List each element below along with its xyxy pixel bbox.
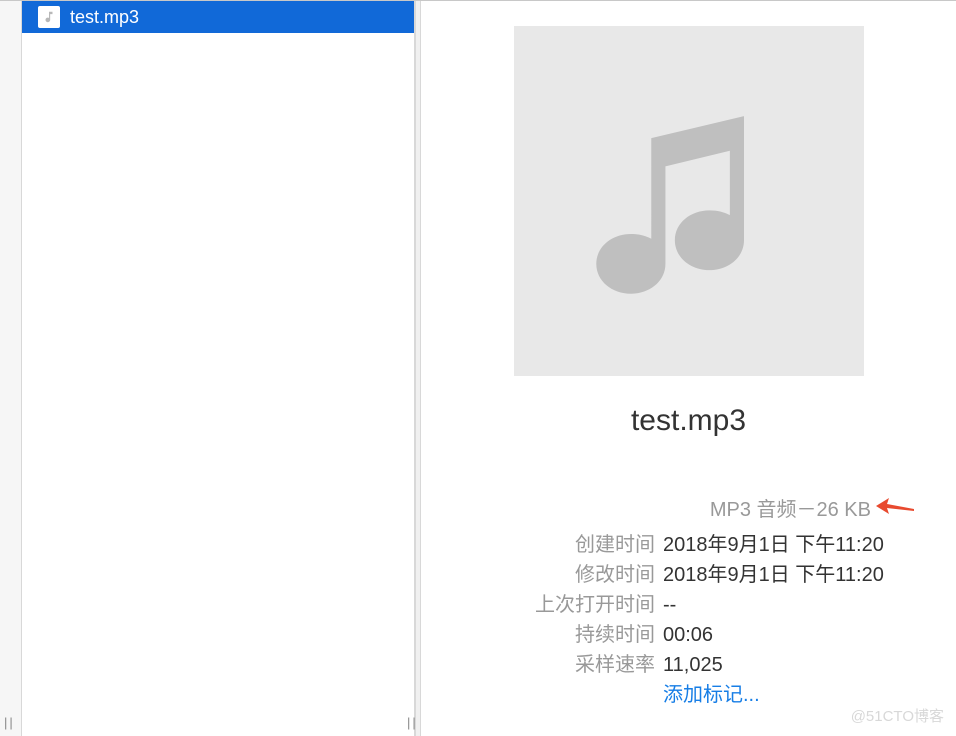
left-gutter bbox=[0, 1, 22, 736]
meta-value: 2018年9月1日 下午11:20 bbox=[663, 560, 884, 590]
file-item[interactable]: test.mp3 bbox=[22, 1, 414, 33]
meta-value: -- bbox=[663, 590, 676, 620]
resize-handle-icon[interactable]: || bbox=[4, 715, 15, 730]
meta-label: 采样速率 bbox=[441, 650, 663, 680]
file-list-panel: test.mp3 bbox=[0, 1, 415, 736]
file-type-size: MP3 音频－26 KB bbox=[441, 493, 926, 522]
meta-label: 持续时间 bbox=[441, 620, 663, 650]
meta-label: 上次打开时间 bbox=[441, 590, 663, 620]
meta-row-samplerate: 采样速率 11,025 bbox=[441, 650, 926, 680]
music-file-icon bbox=[38, 6, 60, 28]
watermark-text: @51CTO博客 bbox=[851, 705, 944, 726]
meta-label: 创建时间 bbox=[441, 530, 663, 560]
meta-row-opened: 上次打开时间 -- bbox=[441, 590, 926, 620]
metadata-section: MP3 音频－26 KB 创建时间 2018年9月1日 下午11:20 修改时间… bbox=[441, 493, 936, 710]
meta-row-modified: 修改时间 2018年9月1日 下午11:20 bbox=[441, 560, 926, 590]
preview-thumbnail bbox=[514, 26, 864, 376]
preview-panel: test.mp3 MP3 音频－26 KB 创建时间 2018年9月1日 下午1… bbox=[421, 1, 956, 736]
file-name: test.mp3 bbox=[70, 7, 139, 28]
music-note-icon bbox=[589, 91, 789, 311]
preview-title: test.mp3 bbox=[631, 404, 746, 438]
meta-row-created: 创建时间 2018年9月1日 下午11:20 bbox=[441, 530, 926, 560]
file-list: test.mp3 bbox=[22, 1, 414, 33]
meta-value: 11,025 bbox=[663, 650, 723, 680]
add-tags-link[interactable]: 添加标记... bbox=[663, 680, 760, 710]
resize-handle-icon[interactable]: || bbox=[407, 715, 418, 730]
meta-value: 00:06 bbox=[663, 620, 713, 650]
meta-label: 修改时间 bbox=[441, 560, 663, 590]
meta-row-duration: 持续时间 00:06 bbox=[441, 620, 926, 650]
meta-value: 2018年9月1日 下午11:20 bbox=[663, 530, 884, 560]
arrow-annotation-icon bbox=[874, 495, 916, 517]
